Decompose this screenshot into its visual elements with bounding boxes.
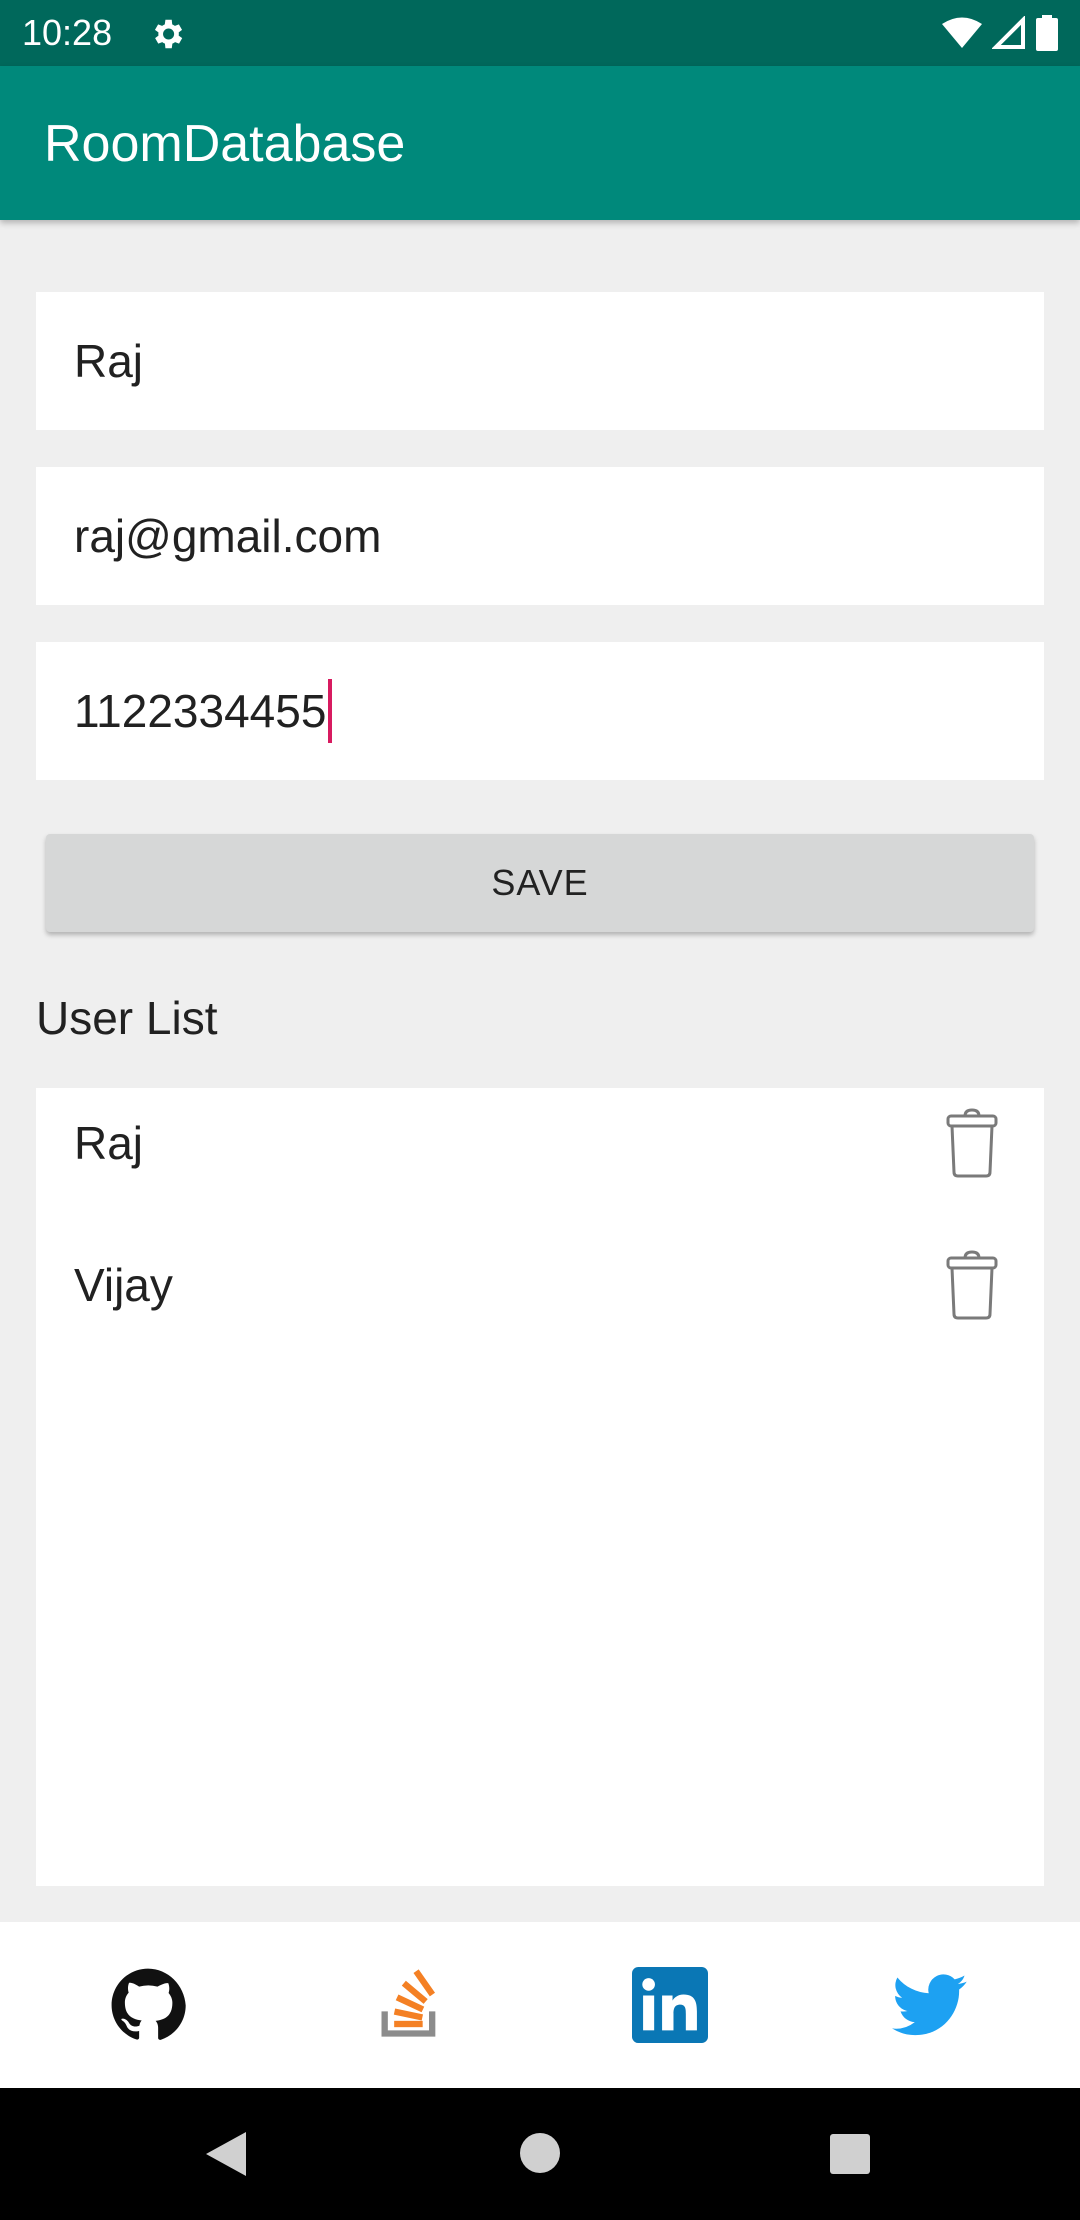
home-icon[interactable] (519, 2132, 561, 2174)
stackoverflow-icon[interactable] (372, 1967, 448, 2043)
social-bar (0, 1922, 1080, 2088)
phone-input-value: 1122334455 (74, 685, 327, 737)
app-title: RoomDatabase (44, 115, 406, 173)
linkedin-icon[interactable] (632, 1967, 708, 2043)
app-bar: RoomDatabase (0, 66, 1080, 220)
text-cursor (328, 679, 333, 743)
trash-icon[interactable] (944, 1250, 1000, 1320)
trash-icon[interactable] (944, 1108, 1000, 1178)
status-bar: 10:28 (0, 0, 1080, 66)
gear-icon (154, 19, 183, 49)
list-item[interactable]: Vijay (36, 1230, 1044, 1340)
wifi-icon (942, 17, 982, 48)
name-input-value: Raj (74, 335, 144, 387)
battery-icon (1036, 15, 1058, 51)
status-icons (942, 14, 1058, 52)
user-list: Raj Vijay (36, 1088, 1044, 1886)
list-item[interactable]: Raj (36, 1088, 1044, 1198)
back-icon[interactable] (204, 2130, 248, 2178)
github-icon[interactable] (110, 1967, 186, 2043)
phone-input[interactable]: 1122334455 (36, 642, 1044, 780)
user-list-label: User List (36, 992, 218, 1044)
name-input[interactable]: Raj (36, 292, 1044, 430)
twitter-icon[interactable] (892, 1967, 968, 2043)
email-input-value: raj@gmail.com (74, 510, 382, 562)
navigation-bar (0, 2088, 1080, 2220)
list-item-name: Vijay (74, 1259, 173, 1311)
email-input[interactable]: raj@gmail.com (36, 467, 1044, 605)
list-item-name: Raj (74, 1117, 144, 1169)
signal-icon (992, 16, 1025, 49)
status-time: 10:28 (22, 12, 113, 53)
recents-icon[interactable] (829, 2133, 871, 2175)
save-button[interactable]: SAVE (46, 834, 1034, 932)
